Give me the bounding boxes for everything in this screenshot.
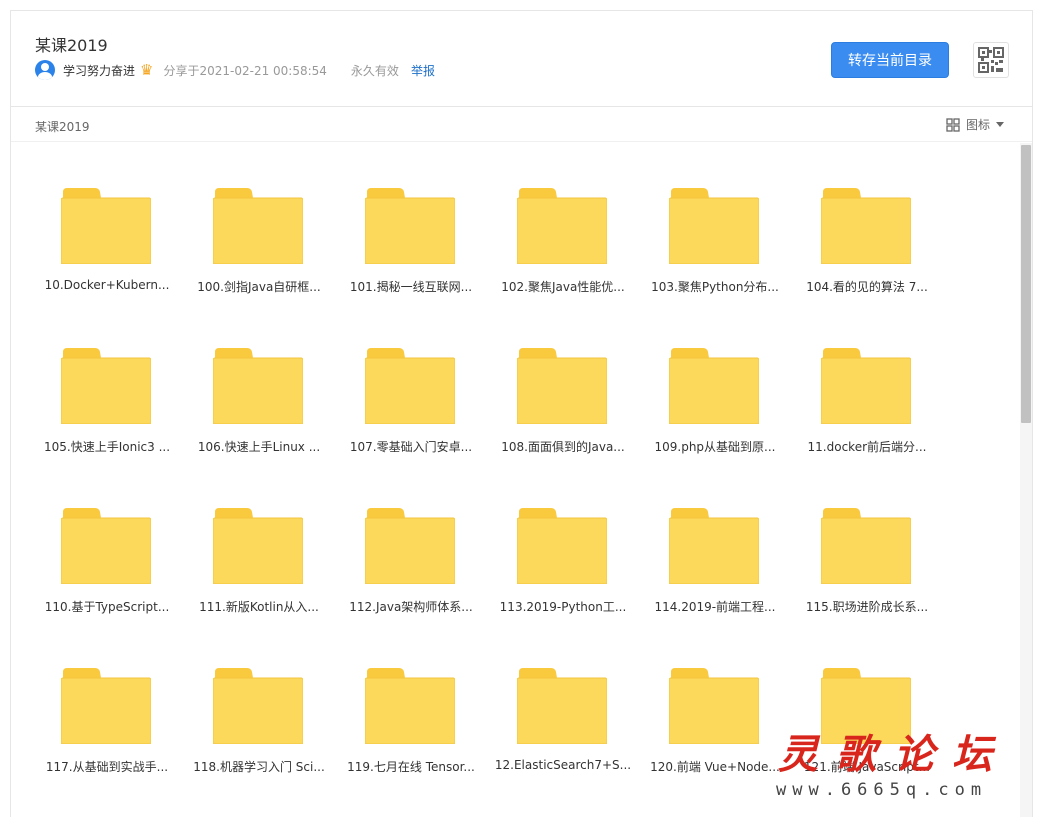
folder-icon: [517, 188, 607, 264]
folder-name[interactable]: 104.看的见的算法 7...: [791, 278, 943, 295]
share-time: 分享于2021-02-21 00:58:54: [163, 63, 327, 78]
folder-icon: [365, 188, 455, 264]
folder-item[interactable]: 106.快速上手Linux ...: [183, 321, 335, 481]
folder-name[interactable]: 102.聚焦Java性能优...: [487, 278, 639, 295]
folder-icon: [61, 668, 151, 744]
folder-icon: [821, 188, 911, 264]
folder-item[interactable]: 115.职场进阶成长系...: [791, 481, 943, 641]
file-grid-area: 10.Docker+Kubern... 100.剑指Java自研框... 101.揭…: [11, 143, 1032, 817]
folder-icon: [213, 508, 303, 584]
folder-name[interactable]: 12.ElasticSearch7+S...: [487, 758, 639, 772]
folder-icon: [669, 348, 759, 424]
folder-name[interactable]: 106.快速上手Linux ...: [183, 438, 335, 455]
share-header: 某课2019 学习努力奋进 ♛ 分享于2021-02-21 00:58:54 永…: [11, 11, 1032, 107]
path-bar: 某课2019 图标: [11, 108, 1032, 142]
avatar[interactable]: [35, 60, 55, 80]
folder-icon: [517, 348, 607, 424]
folder-name[interactable]: 100.剑指Java自研框...: [183, 278, 335, 295]
folder-name[interactable]: 105.快速上手Ionic3 ...: [31, 438, 183, 455]
folder-icon: [61, 508, 151, 584]
breadcrumb[interactable]: 某课2019: [35, 118, 90, 135]
folder-name[interactable]: 112.Java架构师体系...: [335, 598, 487, 615]
folder-icon: [821, 508, 911, 584]
folder-icon: [213, 668, 303, 744]
folder-item[interactable]: 102.聚焦Java性能优...: [487, 161, 639, 321]
validity-text: 永久有效: [350, 63, 399, 78]
folder-name[interactable]: 10.Docker+Kubern...: [31, 278, 183, 292]
folder-icon: [669, 668, 759, 744]
folder-item[interactable]: 108.面面俱到的Java...: [487, 321, 639, 481]
folder-item[interactable]: 107.零基础入门安卓...: [335, 321, 487, 481]
folder-name[interactable]: 111.新版Kotlin从入...: [183, 598, 335, 615]
folder-name[interactable]: 121.前端 JavaScript...: [791, 758, 943, 775]
share-meta: 学习努力奋进 ♛ 分享于2021-02-21 00:58:54 永久有效 举报: [35, 59, 435, 81]
qrcode-button[interactable]: [973, 42, 1009, 78]
folder-icon: [213, 188, 303, 264]
folder-name[interactable]: 114.2019-前端工程...: [639, 598, 791, 615]
folder-name[interactable]: 107.零基础入门安卓...: [335, 438, 487, 455]
folder-icon: [669, 508, 759, 584]
folder-item[interactable]: 121.前端 JavaScript...: [791, 641, 943, 801]
folder-name[interactable]: 117.从基础到实战手...: [31, 758, 183, 775]
grid-view-icon: [946, 117, 960, 132]
folder-item[interactable]: 11.docker前后端分...: [791, 321, 943, 481]
folder-icon: [213, 348, 303, 424]
folder-icon: [365, 348, 455, 424]
folder-item[interactable]: 113.2019-Python工...: [487, 481, 639, 641]
folder-item[interactable]: 10.Docker+Kubern...: [31, 161, 183, 321]
folder-item[interactable]: 12.ElasticSearch7+S...: [487, 641, 639, 801]
crown-icon: ♛: [140, 60, 154, 79]
folder-name[interactable]: 103.聚焦Python分布...: [639, 278, 791, 295]
folder-icon: [61, 188, 151, 264]
folder-item[interactable]: 109.php从基础到原...: [639, 321, 791, 481]
folder-item[interactable]: 104.看的见的算法 7...: [791, 161, 943, 321]
folder-icon: [365, 668, 455, 744]
share-panel: 某课2019 学习努力奋进 ♛ 分享于2021-02-21 00:58:54 永…: [10, 10, 1033, 817]
folder-item[interactable]: 120.前端 Vue+Node...: [639, 641, 791, 801]
folder-icon: [61, 348, 151, 424]
folder-name[interactable]: 11.docker前后端分...: [791, 438, 943, 455]
folder-icon: [821, 348, 911, 424]
folder-name[interactable]: 119.七月在线 Tensor...: [335, 758, 487, 775]
folder-name[interactable]: 118.机器学习入门 Sci...: [183, 758, 335, 775]
folder-item[interactable]: 117.从基础到实战手...: [31, 641, 183, 801]
vertical-scrollbar[interactable]: [1020, 143, 1032, 817]
folder-icon: [517, 668, 607, 744]
folder-grid: 10.Docker+Kubern... 100.剑指Java自研框... 101.揭…: [31, 161, 943, 801]
view-mode-label: 图标: [966, 118, 991, 132]
folder-item[interactable]: 111.新版Kotlin从入...: [183, 481, 335, 641]
folder-icon: [365, 508, 455, 584]
folder-name[interactable]: 101.揭秘一线互联网...: [335, 278, 487, 295]
scrollbar-thumb[interactable]: [1021, 145, 1031, 423]
report-link[interactable]: 举报: [411, 62, 435, 79]
folder-icon: [669, 188, 759, 264]
folder-item[interactable]: 110.基于TypeScript...: [31, 481, 183, 641]
save-to-drive-button[interactable]: 转存当前目录: [831, 42, 949, 78]
qrcode-icon: [978, 47, 1004, 73]
chevron-down-icon: [996, 122, 1005, 127]
folder-name[interactable]: 109.php从基础到原...: [639, 438, 791, 455]
sharer-username[interactable]: 学习努力奋进: [63, 62, 135, 79]
folder-item[interactable]: 103.聚焦Python分布...: [639, 161, 791, 321]
view-mode-toggle[interactable]: 图标: [946, 116, 1005, 133]
folder-name[interactable]: 120.前端 Vue+Node...: [639, 758, 791, 775]
folder-name[interactable]: 115.职场进阶成长系...: [791, 598, 943, 615]
folder-name[interactable]: 113.2019-Python工...: [487, 598, 639, 615]
folder-item[interactable]: 119.七月在线 Tensor...: [335, 641, 487, 801]
folder-name[interactable]: 108.面面俱到的Java...: [487, 438, 639, 455]
folder-item[interactable]: 118.机器学习入门 Sci...: [183, 641, 335, 801]
folder-item[interactable]: 101.揭秘一线互联网...: [335, 161, 487, 321]
folder-icon: [821, 668, 911, 744]
folder-icon: [517, 508, 607, 584]
folder-item[interactable]: 112.Java架构师体系...: [335, 481, 487, 641]
folder-name[interactable]: 110.基于TypeScript...: [31, 598, 183, 615]
folder-item[interactable]: 100.剑指Java自研框...: [183, 161, 335, 321]
share-title: 某课2019: [35, 36, 108, 55]
folder-item[interactable]: 105.快速上手Ionic3 ...: [31, 321, 183, 481]
folder-item[interactable]: 114.2019-前端工程...: [639, 481, 791, 641]
